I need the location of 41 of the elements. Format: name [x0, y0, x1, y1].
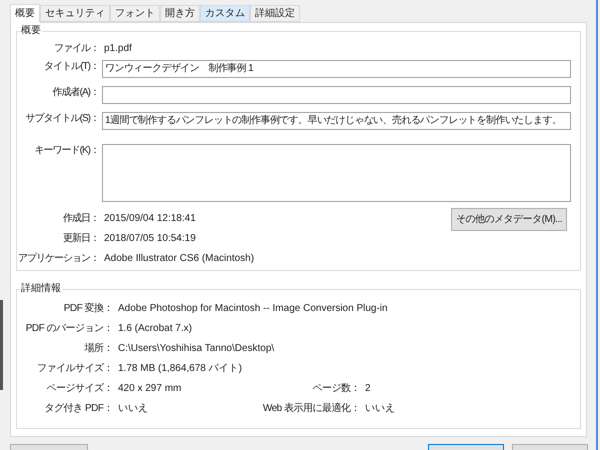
- field-label: 作成日：: [62, 212, 99, 226]
- tab[interactable]: 開き方: [160, 5, 200, 22]
- field-value: p1.pdf: [104, 42, 132, 56]
- field-value: いいえ: [365, 402, 395, 416]
- tab[interactable]: セキュリティ: [40, 5, 110, 22]
- field-value: Adobe Illustrator CS6 (Macintosh): [104, 252, 254, 266]
- metadata-button[interactable]: その他のメタデータ(M)...: [451, 208, 567, 231]
- input-field[interactable]: 1週間で制作するパンフレットの制作事例です。早いだけじゃない、売れるパンフレットを制作いたします。: [102, 112, 571, 130]
- group-title: 詳細情報: [20, 283, 62, 295]
- tab[interactable]: カスタム: [200, 5, 250, 22]
- field-value: 420 x 297 mm: [118, 382, 182, 396]
- tab[interactable]: 概要: [10, 4, 40, 23]
- field-label: PDF のバージョン：: [24, 322, 113, 336]
- field-label: PDF 変換：: [62, 302, 113, 316]
- field-label: 更新日：: [62, 232, 99, 246]
- field-value: 1.78 MB (1,864,678 バイト): [118, 362, 242, 376]
- field-label: Web 表示用に最適化：: [262, 402, 360, 416]
- field-label: 場所：: [84, 342, 113, 356]
- field-label: 作成者(A)：: [52, 86, 99, 100]
- field-label: タグ付き PDF：: [44, 402, 113, 416]
- field-label: ページサイズ：: [46, 382, 113, 396]
- input-field[interactable]: [102, 144, 571, 202]
- input-field[interactable]: ワンウィークデザイン 制作事例 1: [102, 60, 571, 78]
- field-label: アプリケーション：: [17, 252, 99, 266]
- field-label: キーワード(K)：: [34, 144, 99, 158]
- field-value: 2018/07/05 10:54:19: [104, 232, 196, 246]
- field-value: C:\Users\Yoshihisa Tanno\Desktop\: [118, 342, 274, 356]
- field-label: サブタイトル(S)：: [24, 112, 99, 126]
- tab[interactable]: フォント: [110, 5, 160, 22]
- field-value: いいえ: [118, 402, 149, 416]
- group-title: 概要: [20, 25, 42, 37]
- field-value: Adobe Photoshop for Macintosh -- Image Conversion Plug-in: [118, 302, 388, 316]
- field-label: ページ数：: [312, 382, 360, 396]
- field-label: ファイル：: [53, 42, 99, 56]
- input-field[interactable]: [102, 86, 571, 104]
- field-value: 2: [365, 382, 371, 396]
- field-value: 1.6 (Acrobat 7.x): [118, 322, 192, 336]
- tab[interactable]: 詳細設定: [250, 5, 300, 22]
- field-label: ファイルサイズ：: [36, 362, 113, 376]
- field-value: 2015/09/04 12:18:41: [104, 212, 196, 226]
- field-label: タイトル(T)：: [43, 60, 99, 74]
